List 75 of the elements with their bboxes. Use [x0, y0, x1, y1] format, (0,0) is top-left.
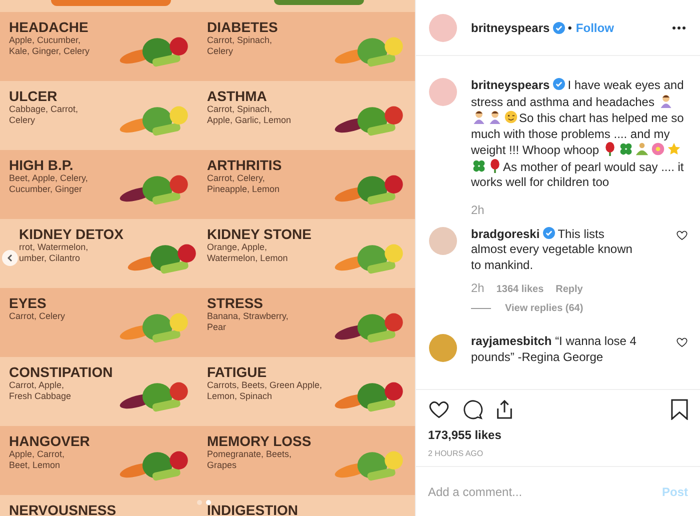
- ingredient-line: Celery: [9, 115, 36, 126]
- ingredient-line: Apple, Carrot,: [9, 449, 66, 460]
- comment-text: rayjamesbitch “I wanna lose 4 pounds” -Regina George: [471, 334, 638, 365]
- ailment-title: HEADACHE: [9, 20, 90, 35]
- ingredient-line: Banana, Strawberry,: [207, 311, 288, 322]
- ingredient-line: Fresh Cabbage: [9, 391, 72, 402]
- ingredient-line: Carrot, Celery: [9, 311, 66, 322]
- ingredient-line: Kale, Ginger, Celery: [9, 46, 90, 57]
- like-count[interactable]: 173,955 likes: [428, 426, 688, 444]
- ingredient-line: Grapes: [207, 460, 238, 471]
- wink-emoji-icon: [504, 110, 518, 124]
- ailment-title: ARTHRITIS: [207, 158, 282, 173]
- comment-icon[interactable]: [462, 398, 483, 420]
- ingredient-line: Apple, Cucumber,: [9, 35, 82, 46]
- timestamp: 2h: [471, 202, 486, 218]
- ingredient-line: Watermelon, Lemon: [207, 253, 289, 264]
- separator-dot: •: [568, 20, 572, 36]
- username[interactable]: britneyspears: [471, 78, 550, 92]
- ailment-title: HANGOVER: [9, 434, 90, 449]
- clover-emoji-icon: [619, 142, 634, 156]
- ingredient-line: Pomegranate, Beets,: [207, 449, 293, 460]
- rose-emoji-icon: [603, 142, 618, 156]
- ingredient-line: Cabbage, Carrot,: [9, 104, 78, 115]
- ingredient-line: Lemon, Spinach: [207, 391, 274, 402]
- ingredient-line: umber, Cilantro: [19, 253, 82, 264]
- ingredient-line: Beet, Apple, Celery,: [9, 173, 88, 184]
- post-timestamp: 2 HOURS AGO: [428, 448, 484, 460]
- ingredient-line: Carrot, Spinach,: [207, 104, 274, 115]
- ailment-title: INDIGESTION: [207, 503, 298, 516]
- rose-emoji-icon: [488, 158, 502, 172]
- person-emoji-icon: [472, 110, 486, 124]
- verified-badge-icon: [552, 78, 565, 90]
- meditating-person-emoji-icon: [635, 142, 650, 156]
- username[interactable]: britneyspears: [471, 18, 550, 36]
- caption-text: britneyspears I have weak eyes and stress and asthma and headaches So this chart has helped me so much with those problems .... and my weight !!! Whoop whoop As mother of pearl would say .... it works well for children too: [471, 78, 685, 190]
- ingredient-line: Celery: [207, 46, 234, 57]
- ingredient-line: Pear: [207, 322, 228, 333]
- ingredient-line: Orange, Apple,: [207, 242, 268, 253]
- ingredient-line: Apple, Garlic, Lemon: [207, 115, 292, 126]
- person-emoji-icon: [488, 110, 502, 124]
- ailment-title: DIABETES: [207, 20, 278, 35]
- ingredient-line: Carrot, Apple,: [9, 380, 66, 391]
- ingredient-line: Cucumber, Ginger: [9, 184, 84, 195]
- ailment-title: EYES: [9, 296, 48, 311]
- ailment-title: STRESS: [207, 296, 264, 311]
- ailment-title: KIDNEY DETOX: [19, 227, 124, 242]
- ingredient-line: rrot, Watermelon,: [19, 242, 90, 253]
- ingredient-line: Beet, Lemon: [9, 460, 62, 471]
- username[interactable]: rayjamesbitch: [471, 334, 552, 348]
- person-emoji-icon: [658, 94, 673, 108]
- ingredient-line: Carrot, Celery,: [207, 173, 266, 184]
- share-icon[interactable]: [495, 398, 514, 420]
- comment-text: bradgoreski This lists almost every vegetable known to mankind.: [471, 226, 634, 273]
- ingredient-line: Carrot, Spinach,: [207, 35, 274, 46]
- star-emoji-icon: [667, 142, 682, 156]
- ailment-title: CONSTIPATION: [9, 365, 113, 380]
- timestamp: 2h: [471, 280, 484, 297]
- flower-emoji-icon: [651, 142, 666, 156]
- username[interactable]: bradgoreski: [471, 226, 540, 240]
- verified-badge-icon: [552, 22, 565, 34]
- ingredient-line: Carrots, Beets, Green Apple,: [207, 380, 322, 391]
- ingredient-line: Pineapple, Lemon: [207, 184, 281, 195]
- ailment-title: ASTHMA: [207, 89, 268, 104]
- clover-emoji-icon: [472, 158, 486, 172]
- ailment-title: MEMORY LOSS: [207, 434, 312, 449]
- ailment-title: FATIGUE: [207, 365, 268, 380]
- ailment-title: HIGH B.P.: [9, 158, 74, 173]
- heart-icon[interactable]: [676, 228, 688, 240]
- ailment-title: ULCER: [9, 89, 58, 104]
- ailment-title: KIDNEY STONE: [207, 227, 312, 242]
- heart-icon[interactable]: [676, 336, 688, 348]
- bookmark-icon[interactable]: [671, 398, 688, 420]
- more-options-icon[interactable]: [672, 26, 686, 30]
- chevron-left-icon: [6, 254, 14, 262]
- ailment-title: NERVOUSNESS: [9, 503, 116, 516]
